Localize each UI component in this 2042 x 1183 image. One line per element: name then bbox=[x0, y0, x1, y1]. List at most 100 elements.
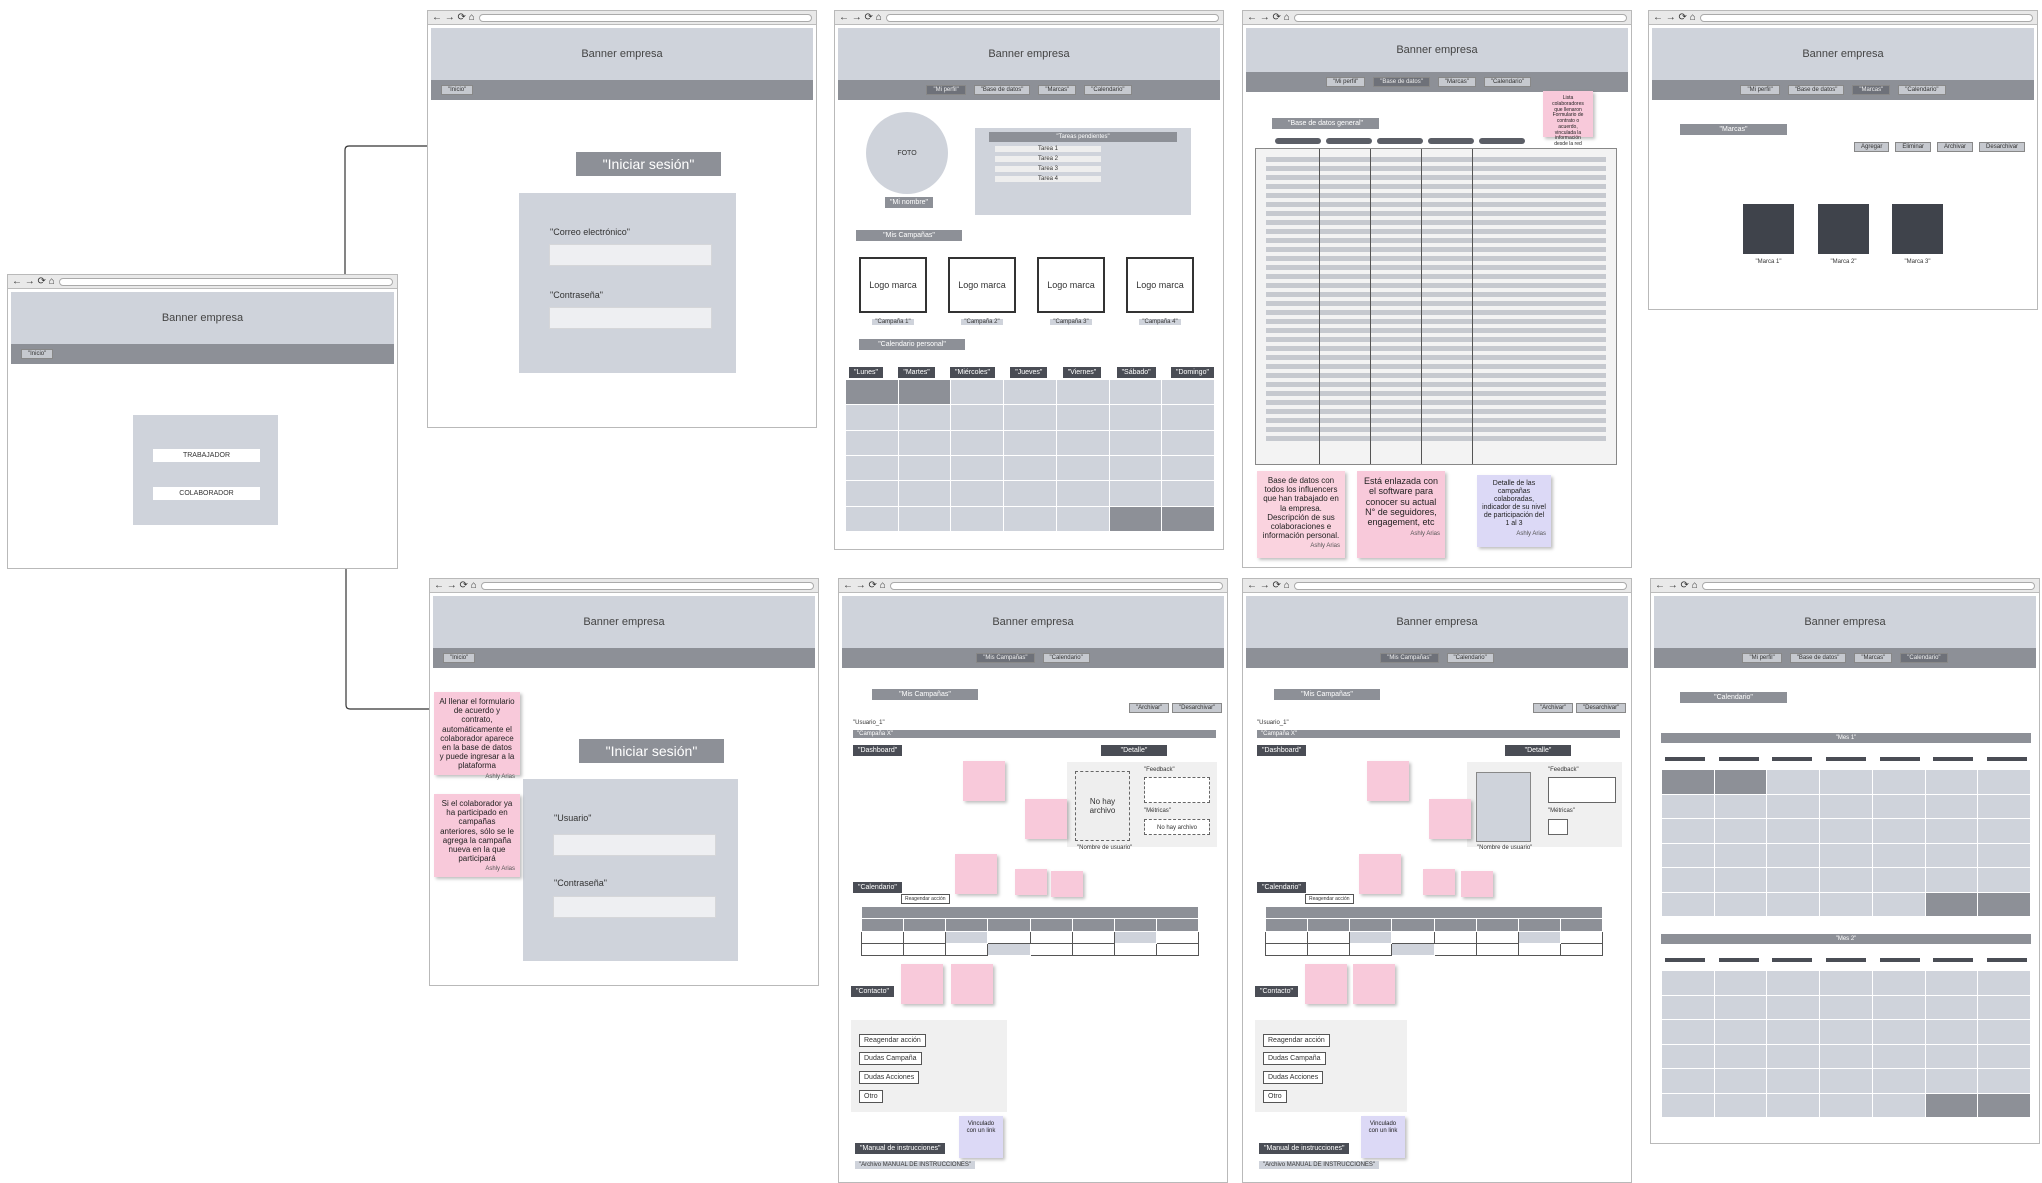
nav-calendario[interactable]: "Calendario" bbox=[1042, 653, 1090, 663]
reschedule-button[interactable]: Reagendar acción bbox=[901, 894, 950, 904]
reschedule-button[interactable]: Reagendar acción bbox=[1263, 1034, 1330, 1047]
detail-title: "Detalle" bbox=[1505, 745, 1571, 756]
brand-card[interactable] bbox=[1818, 204, 1869, 254]
task-item[interactable]: Tarea 1 bbox=[995, 146, 1101, 152]
manual-file-link[interactable]: "Archivo MANUAL DE INSTRUCCIONES" bbox=[1259, 1161, 1380, 1169]
worker-button[interactable]: TRABAJADOR bbox=[153, 449, 260, 462]
nav-mi-perfil[interactable]: "Mi perfil" bbox=[926, 85, 966, 95]
nav-marcas[interactable]: "Marcas" bbox=[1437, 77, 1476, 87]
archive-button[interactable]: "Archivar" bbox=[1129, 703, 1170, 713]
nav-base-datos[interactable]: "Base de datos" bbox=[973, 85, 1031, 95]
nav-marcas[interactable]: "Marcas" bbox=[1852, 85, 1891, 95]
nav-arrows-icon[interactable]: ← → ⟳ ⌂ bbox=[434, 580, 477, 591]
feedback-box[interactable] bbox=[1548, 777, 1616, 803]
nav-mi-perfil[interactable]: "Mi perfil" bbox=[1742, 653, 1782, 663]
manual-file-link[interactable]: "Archivo MANUAL DE INSTRUCCIONES" bbox=[855, 1161, 976, 1169]
nav-mi-perfil[interactable]: "Mi perfil" bbox=[1326, 77, 1366, 87]
other-button[interactable]: Otro bbox=[1263, 1090, 1287, 1103]
brand-card[interactable] bbox=[1892, 204, 1943, 254]
nav-calendario[interactable]: "Calendario" bbox=[1483, 77, 1532, 87]
profile-photo: FOTO bbox=[866, 112, 948, 194]
weekday bbox=[1933, 757, 1974, 761]
task-item[interactable]: Tarea 2 bbox=[995, 156, 1101, 162]
nav-marcas[interactable]: "Marcas" bbox=[1038, 85, 1077, 95]
campaign-doubts-button[interactable]: Dudas Campaña bbox=[859, 1052, 922, 1065]
email-label: "Correo electrónico" bbox=[550, 227, 630, 237]
nav-calendario[interactable]: "Calendario" bbox=[1446, 653, 1494, 663]
feedback-box[interactable] bbox=[1144, 777, 1210, 803]
nav-arrows-icon[interactable]: ← → ⟳ ⌂ bbox=[1247, 12, 1290, 23]
nav-inicio[interactable]: "Inicio" bbox=[441, 85, 474, 95]
user-field[interactable] bbox=[553, 834, 716, 856]
nav-calendario[interactable]: "Calendario" bbox=[1898, 85, 1946, 95]
delete-button[interactable]: Eliminar bbox=[1895, 142, 1932, 152]
brand-label: "Marca 3" bbox=[1904, 259, 1931, 265]
brand-card[interactable] bbox=[1743, 204, 1794, 254]
nav-arrows-icon[interactable]: ← → ⟳ ⌂ bbox=[1247, 580, 1290, 591]
other-button[interactable]: Otro bbox=[859, 1090, 883, 1103]
month-1-grid[interactable] bbox=[1661, 769, 2031, 917]
nav-inicio[interactable]: "Inicio" bbox=[443, 653, 476, 663]
campaign-bar: "Campaña X" bbox=[853, 730, 1216, 738]
actions-doubts-button[interactable]: Dudas Acciones bbox=[1263, 1071, 1324, 1084]
feedback-label: "Feedback" bbox=[1144, 767, 1175, 773]
collaborator-button[interactable]: COLABORADOR bbox=[153, 487, 260, 500]
nav-mi-perfil[interactable]: "Mi perfil" bbox=[1740, 85, 1780, 95]
nav-arrows-icon[interactable]: ← → ⟳ ⌂ bbox=[432, 12, 475, 23]
nav-inicio[interactable]: "Inicio" bbox=[21, 349, 54, 359]
contact-title: "Contacto" bbox=[851, 986, 894, 997]
password-field[interactable] bbox=[549, 307, 712, 329]
actions-doubts-button[interactable]: Dudas Acciones bbox=[859, 1071, 920, 1084]
nav-base-datos[interactable]: "Base de datos" bbox=[1787, 85, 1845, 95]
email-field[interactable] bbox=[549, 244, 712, 266]
sticky-note bbox=[955, 854, 997, 894]
archive-button[interactable]: "Archivar" bbox=[1533, 703, 1574, 713]
campaign-calendar-grid[interactable] bbox=[860, 905, 1200, 957]
nav-arrows-icon[interactable]: ← → ⟳ ⌂ bbox=[843, 580, 886, 591]
password-field[interactable] bbox=[553, 896, 716, 918]
nav-marcas[interactable]: "Marcas" bbox=[1854, 653, 1893, 663]
weekday: "Sábado" bbox=[1116, 367, 1156, 378]
navbar: "Mi perfil" "Base de datos" "Marcas" "Ca… bbox=[1246, 72, 1628, 92]
reschedule-button[interactable]: Reagendar acción bbox=[1305, 894, 1354, 904]
archive-button[interactable]: Archivar bbox=[1937, 142, 1974, 152]
unarchive-button[interactable]: Desarchivar bbox=[1979, 142, 2026, 152]
sticky-note bbox=[951, 964, 993, 1004]
campaign-calendar-grid[interactable] bbox=[1264, 905, 1604, 957]
brand-actions: Agregar Eliminar Archivar Desarchivar bbox=[1854, 142, 2026, 152]
task-item[interactable]: Tarea 3 bbox=[995, 166, 1101, 172]
unarchive-button[interactable]: "Desarchivar" bbox=[1576, 703, 1627, 713]
nav-base-datos[interactable]: "Base de datos" bbox=[1373, 77, 1430, 87]
pending-tasks-panel: "Tareas pendientes" Tarea 1 Tarea 2 Tare… bbox=[975, 128, 1191, 215]
brand-logo[interactable]: Logo marca bbox=[1126, 257, 1194, 313]
user-label: "Usuario" bbox=[554, 813, 592, 823]
brand-logo[interactable]: Logo marca bbox=[859, 257, 927, 313]
detail-title: "Detalle" bbox=[1101, 745, 1167, 756]
nav-arrows-icon[interactable]: ← → ⟳ ⌂ bbox=[1653, 12, 1696, 23]
task-item[interactable]: Tarea 4 bbox=[995, 176, 1101, 182]
nav-calendario[interactable]: "Calendario" bbox=[1900, 653, 1948, 663]
add-button[interactable]: Agregar bbox=[1854, 142, 1890, 152]
reschedule-button[interactable]: Reagendar acción bbox=[859, 1034, 926, 1047]
database-frame: ← → ⟳ ⌂ Banner empresa "Mi perfil" "Base… bbox=[1242, 10, 1632, 568]
sticky-note: Vinculado con un link bbox=[959, 1116, 1003, 1158]
nav-base-datos[interactable]: "Base de datos" bbox=[1789, 653, 1847, 663]
brand-logo[interactable]: Logo marca bbox=[948, 257, 1016, 313]
nav-arrows-icon[interactable]: ← → ⟳ ⌂ bbox=[1655, 580, 1698, 591]
campaign-doubts-button[interactable]: Dudas Campaña bbox=[1263, 1052, 1326, 1065]
nav-arrows-icon[interactable]: ← → ⟳ ⌂ bbox=[839, 12, 882, 23]
brand-logo[interactable]: Logo marca bbox=[1037, 257, 1105, 313]
database-table[interactable] bbox=[1255, 148, 1617, 465]
sticky-note bbox=[1305, 964, 1347, 1004]
metrics-label: "Métricas" bbox=[1548, 808, 1575, 814]
nav-mis-campanas[interactable]: "Mis Campañas" bbox=[976, 653, 1035, 663]
month-2-grid[interactable] bbox=[1661, 970, 2031, 1118]
nav-calendario[interactable]: "Calendario" bbox=[1084, 85, 1132, 95]
login-title: "Iniciar sesión" bbox=[579, 739, 724, 763]
nav-mis-campanas[interactable]: "Mis Campañas" bbox=[1380, 653, 1439, 663]
calendar-grid[interactable] bbox=[845, 378, 1215, 533]
sticky-note bbox=[1015, 869, 1047, 895]
unarchive-button[interactable]: "Desarchivar" bbox=[1172, 703, 1223, 713]
nav-arrows-icon[interactable]: ← → ⟳ ⌂ bbox=[12, 276, 55, 287]
campaigns-title: "Mis Campañas" bbox=[872, 689, 978, 700]
